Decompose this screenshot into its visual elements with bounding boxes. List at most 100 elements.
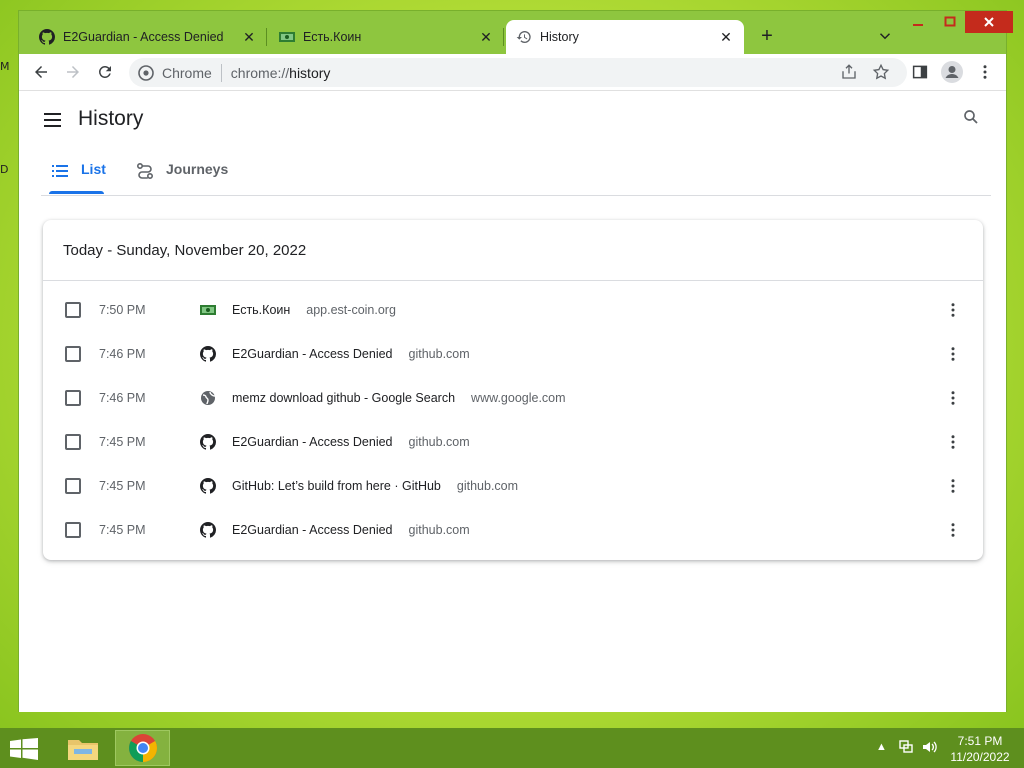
more-actions-icon[interactable] — [944, 433, 962, 451]
tab-journeys[interactable]: Journeys — [136, 161, 228, 195]
history-entry-link[interactable]: GitHub: Let’s build from here · GitHub gi… — [232, 479, 518, 493]
tab-strip: E2Guardian - Access Denied ✕ Есть.Коин ✕… — [19, 11, 1013, 54]
origin-chip: Chrome — [162, 64, 212, 81]
network-icon[interactable] — [898, 739, 914, 758]
more-actions-icon[interactable] — [944, 301, 962, 319]
history-entry-link[interactable]: E2Guardian - Access Denied github.com — [232, 435, 470, 449]
tab-history[interactable]: History ✕ — [506, 20, 744, 54]
visit-time: 7:45 PM — [99, 479, 146, 493]
github-icon — [200, 522, 216, 538]
clock-date: 11/20/2022 — [950, 750, 1010, 764]
close-window-button[interactable] — [965, 11, 1013, 33]
active-tab-indicator — [49, 191, 104, 194]
history-tabs: List Journeys — [19, 151, 1006, 196]
history-entry-link[interactable]: Есть.Коин app.est-coin.org — [232, 303, 396, 317]
tab-title: Есть.Коин — [303, 30, 362, 44]
windows-start-icon[interactable] — [10, 738, 38, 760]
reload-button[interactable] — [94, 61, 116, 83]
tab-title: E2Guardian - Access Denied — [63, 30, 224, 44]
show-hidden-icons-icon[interactable]: ▲ — [876, 741, 887, 753]
date-heading: Today - Sunday, November 20, 2022 — [63, 242, 307, 259]
journeys-icon — [136, 162, 154, 180]
entry-title: GitHub: Let’s build from here · GitHub — [232, 479, 441, 493]
list-icon — [52, 165, 68, 177]
visit-time: 7:46 PM — [99, 391, 146, 405]
desktop-icon-label-fragment: D — [0, 163, 9, 176]
entry-title: E2Guardian - Access Denied — [232, 347, 393, 361]
history-row[interactable]: 7:46 PM E2Guardian - Access Denied github.… — [43, 332, 983, 376]
github-icon — [200, 478, 216, 494]
forward-button[interactable] — [62, 61, 84, 83]
minimize-button[interactable] — [903, 11, 933, 33]
system-clock[interactable]: 7:51 PM 11/20/2022 — [945, 733, 1015, 765]
desktop-icon-label-fragment: M — [0, 60, 10, 73]
entry-domain: app.est-coin.org — [306, 303, 396, 317]
entry-domain: github.com — [408, 435, 470, 449]
visit-time: 7:46 PM — [99, 347, 146, 361]
tab-title: History — [540, 30, 579, 44]
entry-domain: github.com — [408, 523, 470, 537]
history-row[interactable]: 7:45 PM E2Guardian - Access Denied github.… — [43, 508, 983, 552]
entry-domain: github.com — [408, 347, 470, 361]
entry-title: memz download github - Google Search — [232, 391, 456, 405]
volume-icon[interactable] — [921, 739, 937, 758]
tab-e2guardian[interactable]: E2Guardian - Access Denied ✕ — [29, 20, 267, 54]
history-entry-link[interactable]: E2Guardian - Access Denied github.com — [232, 347, 470, 361]
close-tab-icon[interactable]: ✕ — [478, 29, 494, 45]
page-title: History — [78, 107, 144, 130]
history-card: Today - Sunday, November 20, 2022 7:50 P… — [43, 220, 983, 560]
entry-title: E2Guardian - Access Denied — [232, 435, 393, 449]
maximize-button[interactable] — [935, 11, 965, 33]
select-checkbox[interactable] — [65, 478, 81, 494]
bookmark-star-icon[interactable] — [870, 61, 892, 83]
more-actions-icon[interactable] — [944, 521, 962, 539]
close-tab-icon[interactable]: ✕ — [718, 29, 734, 45]
github-icon — [200, 434, 216, 450]
entry-title: E2Guardian - Access Denied — [232, 523, 393, 537]
github-icon — [200, 346, 216, 362]
more-actions-icon[interactable] — [944, 477, 962, 495]
more-actions-icon[interactable] — [944, 389, 962, 407]
tab-est-coin[interactable]: Есть.Коин ✕ — [269, 20, 504, 54]
history-row[interactable]: 7:46 PM memz download github - Google Sea… — [43, 376, 983, 420]
history-row[interactable]: 7:45 PM E2Guardian - Access Denied github.… — [43, 420, 983, 464]
new-tab-button[interactable]: + — [756, 26, 778, 48]
clock-time: 7:51 PM — [957, 734, 1003, 748]
browser-toolbar: Chrome chrome://history — [19, 54, 1006, 91]
visit-time: 7:45 PM — [99, 523, 146, 537]
profile-avatar-icon[interactable] — [941, 61, 963, 83]
share-icon[interactable] — [838, 61, 860, 83]
history-page: History List Journeys Today - Sunday, No… — [19, 91, 1006, 712]
tab-list-label: List — [81, 161, 106, 177]
kebab-menu-icon[interactable] — [974, 61, 996, 83]
divider — [41, 195, 991, 196]
github-icon — [39, 29, 55, 45]
history-entry-link[interactable]: memz download github - Google Search www.… — [232, 391, 566, 405]
globe-icon — [200, 390, 216, 406]
select-checkbox[interactable] — [65, 390, 81, 406]
history-entry-link[interactable]: E2Guardian - Access Denied github.com — [232, 523, 470, 537]
coin-favicon — [279, 29, 295, 45]
close-tab-icon[interactable]: ✕ — [241, 29, 257, 45]
chrome-taskbar-icon[interactable] — [115, 730, 170, 766]
tab-search-chevron-icon[interactable] — [876, 27, 894, 45]
select-checkbox[interactable] — [65, 434, 81, 450]
tab-list[interactable]: List — [51, 161, 106, 195]
select-checkbox[interactable] — [65, 522, 81, 538]
divider — [43, 280, 983, 281]
entry-domain: github.com — [456, 479, 519, 493]
hamburger-menu-icon[interactable] — [43, 110, 63, 130]
file-explorer-icon[interactable] — [55, 730, 110, 766]
history-row[interactable]: 7:50 PM Есть.Коин app.est-coin.org — [43, 288, 983, 332]
select-checkbox[interactable] — [65, 302, 81, 318]
url-text: chrome://history — [230, 64, 331, 81]
history-row[interactable]: 7:45 PM GitHub: Let’s build from here · G… — [43, 464, 983, 508]
back-button[interactable] — [30, 61, 52, 83]
more-actions-icon[interactable] — [944, 345, 962, 363]
entry-domain: www.google.com — [471, 391, 566, 405]
tab-journeys-label: Journeys — [166, 161, 229, 177]
select-checkbox[interactable] — [65, 346, 81, 362]
side-panel-icon[interactable] — [909, 61, 931, 83]
search-icon[interactable] — [962, 108, 982, 128]
address-bar[interactable]: Chrome chrome://history — [129, 58, 907, 87]
